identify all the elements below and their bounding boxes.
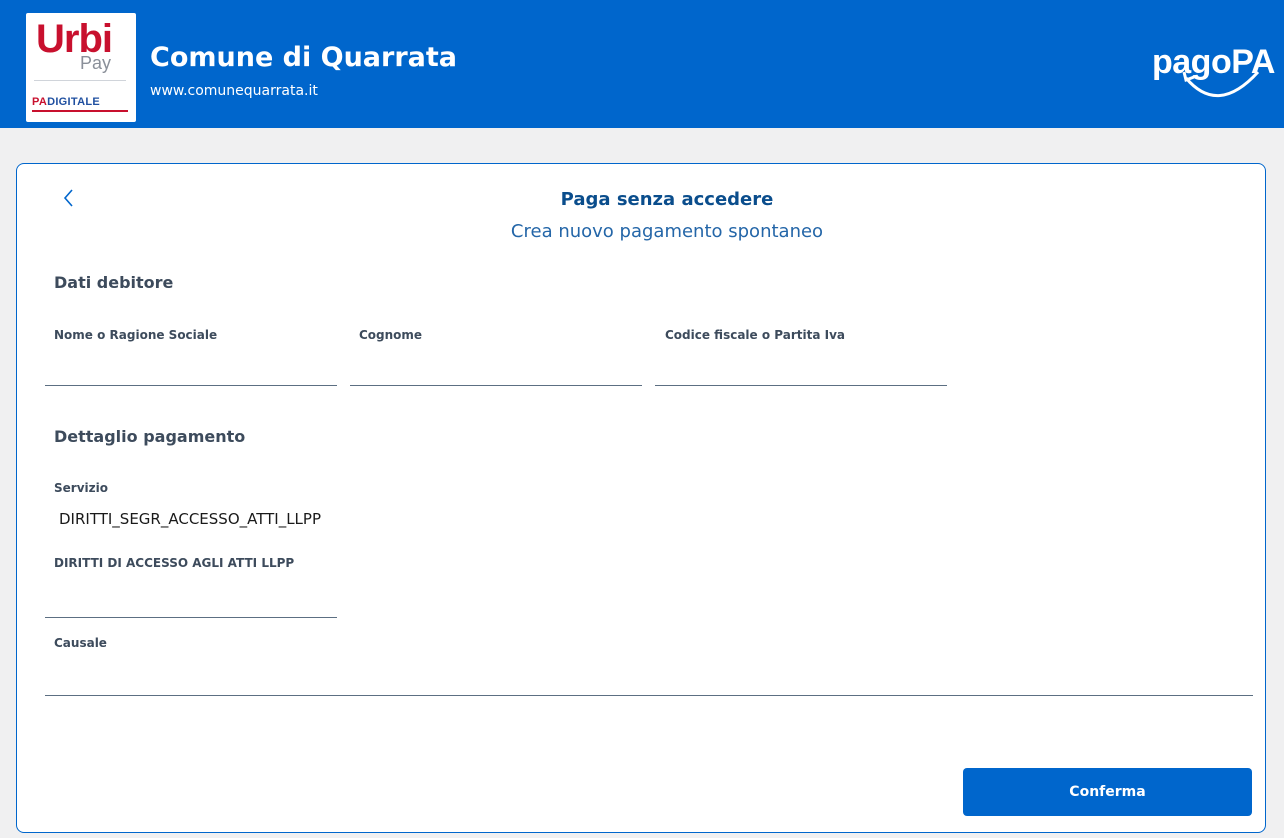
name-label: Nome o Ragione Sociale [54, 328, 218, 342]
logo-divider [34, 80, 126, 81]
name-field[interactable] [45, 358, 337, 386]
surname-field[interactable] [350, 358, 642, 386]
padigitale-text: PADIGITALE [32, 96, 100, 108]
service-label: Servizio [54, 481, 108, 495]
pagopa-arrow-icon [1182, 70, 1260, 97]
urbi-pay-logo[interactable]: Urbi Pay PADIGITALE [26, 13, 136, 122]
section-title-payment: Dettaglio pagamento [54, 427, 246, 446]
pagopa-logo: pagoPA [1152, 42, 1275, 106]
section-title-debtor: Dati debitore [54, 273, 174, 292]
amount-label: DIRITTI DI ACCESSO AGLI ATTI LLPP [54, 556, 295, 570]
page-subtitle: Crea nuovo pagamento spontaneo [510, 221, 824, 242]
reason-label: Causale [54, 636, 107, 650]
tax-code-label: Codice fiscale o Partita Iva [665, 328, 846, 342]
payment-card: Paga senza accedere Crea nuovo pagamento… [16, 163, 1266, 833]
surname-label: Cognome [359, 328, 423, 342]
service-value: DIRITTI_SEGR_ACCESSO_ATTI_LLPP [59, 510, 322, 528]
logo-pay-text: Pay [80, 53, 112, 73]
tax-code-field[interactable] [655, 358, 947, 386]
site-title: Comune di Quarrata [150, 42, 458, 73]
site-url: www.comunequarrata.it [150, 83, 318, 99]
confirm-button[interactable]: Conferma [963, 768, 1252, 816]
padigitale-underline [32, 110, 128, 112]
amount-field[interactable] [45, 590, 337, 618]
page-title: Paga senza accedere [560, 189, 774, 210]
reason-field[interactable] [45, 668, 1253, 696]
site-header: Urbi Pay PADIGITALE Comune di Quarrata w… [0, 0, 1284, 128]
